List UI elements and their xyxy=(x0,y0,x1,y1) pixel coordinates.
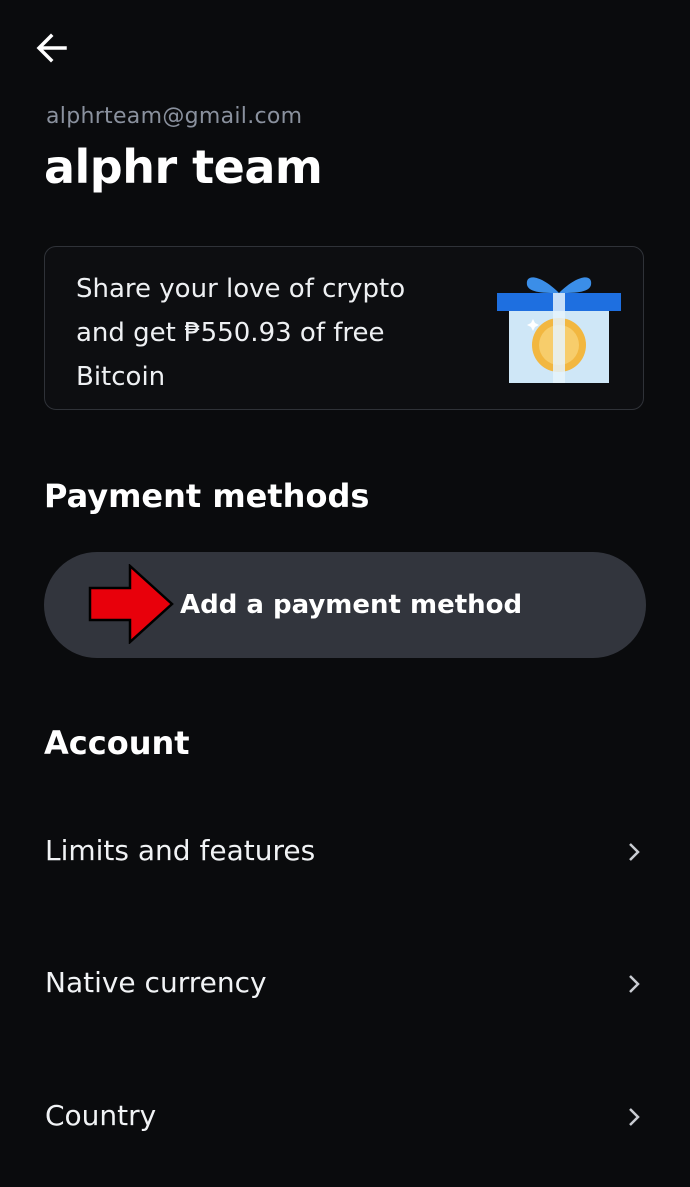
add-payment-method-button[interactable]: Add a payment method xyxy=(44,552,646,658)
account-email: alphrteam@gmail.com xyxy=(46,104,303,129)
arrow-left-icon xyxy=(36,33,67,63)
menu-item-label: Native currency xyxy=(45,966,267,999)
back-button[interactable] xyxy=(30,28,74,68)
chevron-right-icon xyxy=(629,1108,640,1126)
menu-item-native-currency[interactable]: Native currency xyxy=(0,938,690,1028)
menu-item-limits-and-features[interactable]: Limits and features xyxy=(0,806,690,896)
add-payment-method-label: Add a payment method xyxy=(180,590,523,620)
promo-text: Share your love of crypto and get ₱550.9… xyxy=(76,274,406,392)
referral-promo-card[interactable]: Share your love of crypto and get ₱550.9… xyxy=(44,246,644,410)
menu-item-label: Country xyxy=(45,1099,157,1132)
account-heading: Account xyxy=(44,724,190,762)
chevron-right-icon xyxy=(629,843,640,861)
payment-methods-heading: Payment methods xyxy=(44,477,370,515)
chevron-right-icon xyxy=(629,975,640,993)
menu-item-country[interactable]: Country xyxy=(0,1071,690,1161)
account-name: alphr team xyxy=(44,140,323,194)
menu-item-label: Limits and features xyxy=(45,834,316,867)
gift-box-icon xyxy=(497,277,621,383)
red-arrow-icon xyxy=(88,564,174,644)
